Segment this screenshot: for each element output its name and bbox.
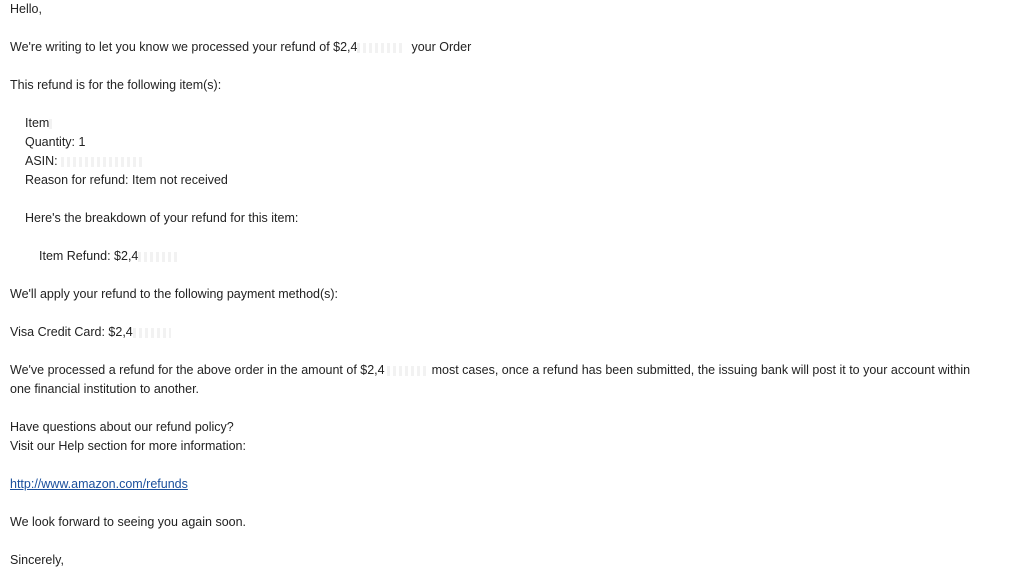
payment-heading: We'll apply your refund to the following… <box>10 287 339 301</box>
redacted-processed <box>386 365 427 376</box>
refund-intro-prefix: We're writing to let you know we process… <box>10 40 358 54</box>
payment-method: Visa Credit Card: $2,4 <box>10 323 171 342</box>
breakdown-heading: Here's the breakdown of your refund for … <box>25 211 299 225</box>
item-refund-label: Item Refund: $2,4 <box>39 249 139 263</box>
help-text: Visit our Help section for more informat… <box>10 439 246 453</box>
processed-prefix: We've processed a refund for the above o… <box>10 363 385 377</box>
item-label: Item <box>25 116 50 130</box>
questions-text: Have questions about our refund policy? <box>10 420 234 434</box>
signoff: Sincerely, <box>10 553 64 567</box>
refund-intro: We're writing to let you know we process… <box>10 38 471 57</box>
redacted-item <box>49 118 54 129</box>
payment-method-label: Visa Credit Card: $2,4 <box>10 325 133 339</box>
item-refund-line: Item Refund: $2,4 <box>39 247 179 266</box>
refund-reason: Reason for refund: Item not received <box>25 173 228 187</box>
redacted-payment <box>132 327 171 338</box>
redacted-amount <box>357 42 406 53</box>
redacted-item-refund <box>138 251 179 262</box>
help-link-row: http://www.amazon.com/refunds <box>10 475 188 494</box>
greeting: Hello, <box>10 2 42 16</box>
closing-text: We look forward to seeing you again soon… <box>10 515 247 529</box>
processed-suffix: most cases, once a refund has been submi… <box>431 363 971 377</box>
processed-notice-cont: one financial institution to another. <box>10 382 200 396</box>
item-asin: ASIN: <box>25 152 146 171</box>
refunds-link[interactable]: http://www.amazon.com/refunds <box>10 477 188 491</box>
item-name: Item <box>25 114 54 133</box>
refund-intro-suffix: your Order <box>411 40 472 54</box>
redacted-asin <box>61 156 146 167</box>
asin-label: ASIN: <box>25 154 58 168</box>
item-quantity: Quantity: 1 <box>25 135 86 149</box>
processed-notice: We've processed a refund for the above o… <box>10 361 970 380</box>
items-heading: This refund is for the following item(s)… <box>10 78 222 92</box>
